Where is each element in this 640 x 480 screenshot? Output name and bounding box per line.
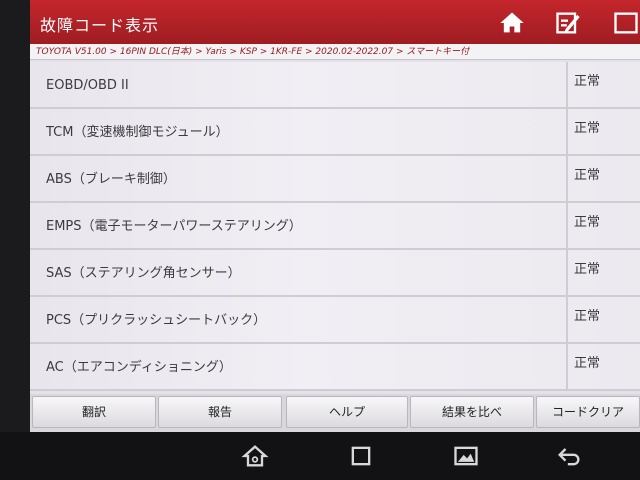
list-item[interactable]: AC（エアコンディショニング） 正常 xyxy=(30,344,640,391)
system-name: EMPS（電子モーターパワーステアリング） xyxy=(46,219,302,234)
home-icon[interactable] xyxy=(498,9,526,37)
return-icon[interactable] xyxy=(555,442,583,470)
android-nav-bar xyxy=(0,432,640,480)
page-title: 故障コード表示 xyxy=(40,16,160,35)
screen: 故障コード表示 TOYOTA V51.00 > 16PIN DLC(日本) > … xyxy=(30,0,640,432)
system-name: EOBD/OBD II xyxy=(46,78,129,93)
system-status: 正常 xyxy=(566,297,640,342)
menu-icon[interactable] xyxy=(612,9,640,37)
system-status: 正常 xyxy=(566,250,640,295)
title-bar: 故障コード表示 xyxy=(30,0,640,44)
system-status: 正常 xyxy=(566,203,640,248)
system-name: PCS（プリクラッシュシートバック） xyxy=(46,313,267,328)
action-bar: 翻訳 報告 ヘルプ 結果を比べ コードクリア xyxy=(30,394,640,432)
system-name: TCM（変速機制御モジュール） xyxy=(46,125,229,140)
list-item[interactable]: PCS（プリクラッシュシートバック） 正常 xyxy=(30,297,640,344)
recents-icon[interactable] xyxy=(347,442,375,470)
system-name: AC（エアコンディショニング） xyxy=(46,360,232,375)
list-item[interactable]: ABS（ブレーキ制御） 正常 xyxy=(30,156,640,203)
system-status: 正常 xyxy=(566,344,640,389)
screenshot-icon[interactable] xyxy=(452,442,480,470)
back-icon[interactable] xyxy=(241,442,269,470)
system-status: 正常 xyxy=(566,109,640,154)
help-button[interactable]: ヘルプ xyxy=(286,396,408,428)
system-status: 正常 xyxy=(566,62,640,107)
list-item[interactable]: SAS（ステアリング角センサー） 正常 xyxy=(30,250,640,297)
system-list[interactable]: EOBD/OBD II 正常 TCM（変速機制御モジュール） 正常 ABS（ブレ… xyxy=(30,62,640,392)
list-item[interactable]: TCM（変速機制御モジュール） 正常 xyxy=(30,109,640,156)
list-item[interactable]: EMPS（電子モーターパワーステアリング） 正常 xyxy=(30,203,640,250)
clear-codes-button[interactable]: コードクリア xyxy=(536,396,640,428)
edit-report-icon[interactable] xyxy=(554,9,582,37)
report-button[interactable]: 報告 xyxy=(158,396,282,428)
translate-button[interactable]: 翻訳 xyxy=(32,396,156,428)
system-name: ABS（ブレーキ制御） xyxy=(46,172,176,187)
list-item[interactable]: EOBD/OBD II 正常 xyxy=(30,62,640,109)
system-status: 正常 xyxy=(566,156,640,201)
compare-results-button[interactable]: 結果を比べ xyxy=(410,396,534,428)
breadcrumb: TOYOTA V51.00 > 16PIN DLC(日本) > Yaris > … xyxy=(30,44,640,60)
system-name: SAS（ステアリング角センサー） xyxy=(46,266,241,281)
